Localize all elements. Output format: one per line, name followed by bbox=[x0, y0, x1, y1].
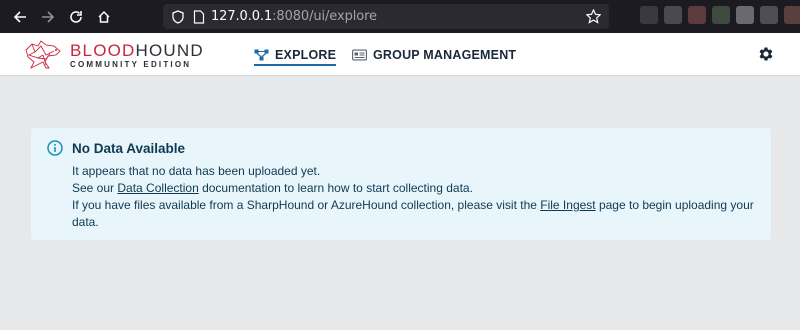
home-icon bbox=[98, 10, 110, 23]
extension-icon[interactable] bbox=[664, 6, 682, 24]
graph-icon bbox=[254, 49, 269, 60]
alert-line: It appears that no data has been uploade… bbox=[72, 164, 321, 178]
shield-icon bbox=[172, 9, 184, 24]
extension-icon[interactable] bbox=[640, 6, 658, 24]
extension-icon[interactable] bbox=[712, 6, 730, 24]
url-text: 127.0.0.1:8080/ui/explore bbox=[211, 9, 377, 24]
url-path: :8080/ui/explore bbox=[272, 9, 377, 24]
arrow-right-icon bbox=[42, 10, 55, 23]
alert-text: See our bbox=[72, 181, 118, 195]
info-icon bbox=[47, 140, 63, 156]
alert-text: documentation to learn how to start coll… bbox=[198, 181, 473, 195]
browser-toolbar: 127.0.0.1:8080/ui/explore bbox=[0, 0, 800, 33]
extensions-area bbox=[640, 6, 800, 24]
hound-logo-icon bbox=[25, 40, 61, 70]
back-button[interactable] bbox=[6, 0, 34, 33]
extension-icon[interactable] bbox=[784, 6, 800, 24]
logo-title-hound: HOUND bbox=[135, 40, 204, 60]
home-button[interactable] bbox=[90, 0, 118, 33]
logo-text: BLOODHOUND COMMUNITY EDITION bbox=[70, 42, 204, 69]
gear-icon bbox=[759, 47, 773, 61]
extension-icon[interactable] bbox=[736, 6, 754, 24]
extension-icon[interactable] bbox=[760, 6, 778, 24]
arrow-left-icon bbox=[13, 10, 26, 23]
group-card-icon bbox=[352, 49, 367, 60]
data-collection-link[interactable]: Data Collection bbox=[117, 181, 198, 195]
bloodhound-logo[interactable]: BLOODHOUND COMMUNITY EDITION bbox=[22, 38, 204, 72]
tab-group-management-label: GROUP MANAGEMENT bbox=[373, 47, 517, 62]
tab-explore-label: EXPLORE bbox=[275, 47, 337, 62]
logo-title-blood: BLOOD bbox=[70, 40, 136, 60]
alert-text: If you have files available from a Sharp… bbox=[72, 198, 541, 212]
forward-button[interactable] bbox=[34, 0, 62, 33]
reload-icon bbox=[70, 10, 82, 23]
tab-group-management[interactable]: GROUP MANAGEMENT bbox=[352, 33, 516, 76]
logo-title: BLOODHOUND bbox=[70, 42, 204, 59]
bookmark-star-icon[interactable] bbox=[586, 9, 601, 24]
extension-icon[interactable] bbox=[688, 6, 706, 24]
page-icon bbox=[193, 9, 205, 24]
url-host: 127.0.0.1 bbox=[211, 9, 273, 24]
alert-body: It appears that no data has been uploade… bbox=[72, 163, 762, 231]
alert-line: If you have files available from a Sharp… bbox=[72, 197, 762, 231]
active-tab-indicator bbox=[254, 64, 337, 66]
address-bar[interactable]: 127.0.0.1:8080/ui/explore bbox=[163, 4, 609, 29]
reload-button[interactable] bbox=[62, 0, 90, 33]
app-header: BLOODHOUND COMMUNITY EDITION EXPLORE GRO… bbox=[0, 33, 800, 76]
settings-button[interactable] bbox=[757, 45, 775, 63]
tab-explore[interactable]: EXPLORE bbox=[254, 33, 337, 76]
alert-title: No Data Available bbox=[72, 141, 186, 156]
no-data-alert: No Data Available It appears that no dat… bbox=[31, 128, 771, 240]
logo-subtitle: COMMUNITY EDITION bbox=[70, 59, 192, 69]
file-ingest-link[interactable]: File Ingest bbox=[540, 198, 595, 212]
alert-line: See our Data Collection documentation to… bbox=[72, 180, 762, 197]
